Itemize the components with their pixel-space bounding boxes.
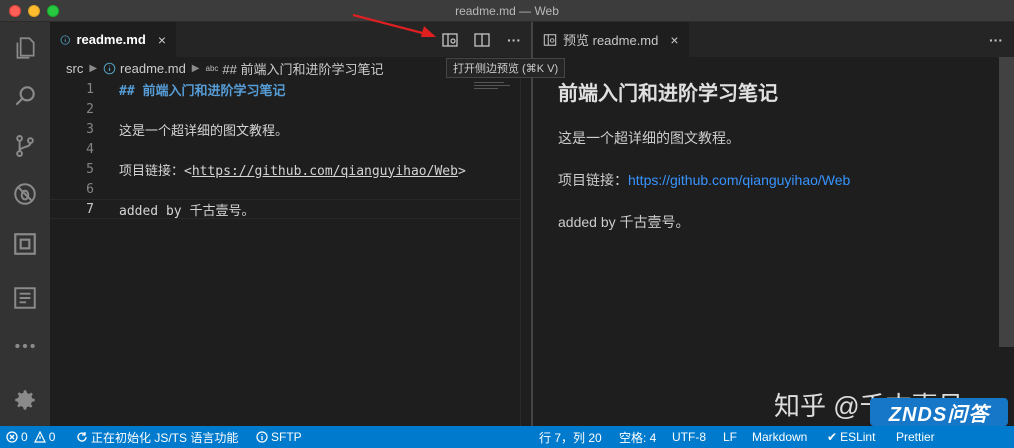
- line-text: added by 千古壹号。: [119, 203, 255, 219]
- more-actions-button[interactable]: ···: [980, 22, 1012, 57]
- problems-status[interactable]: 0 0: [6, 426, 55, 448]
- status-bar: 0 0 正在初始化 JS/TS 语言功能 SFTP 行 7，列 20 空格: 4…: [0, 426, 1014, 448]
- tab-preview-readme[interactable]: 预览 readme.md ×: [533, 22, 689, 57]
- debug-icon[interactable]: [0, 170, 50, 218]
- split-editor-button[interactable]: [466, 22, 498, 57]
- chevron-right-icon: ▶: [191, 62, 200, 74]
- line-text: 这是一个超详细的图文教程。: [119, 123, 289, 139]
- breadcrumb-folder[interactable]: src: [66, 61, 83, 76]
- preview-paragraph: 这是一个超详细的图文教程。: [558, 130, 740, 146]
- encoding-status[interactable]: UTF-8: [672, 426, 706, 448]
- remote-explorer-icon[interactable]: [0, 274, 50, 322]
- split-editor-icon: [474, 32, 490, 47]
- annotation-arrow-icon: [352, 13, 436, 38]
- preview-paragraph: 项目链接：https://github.com/qianguyihao/Web: [558, 172, 851, 188]
- line-number: 1: [86, 81, 94, 97]
- code-line[interactable]: 5 项目链接：<https://github.com/qianguyihao/W…: [50, 159, 520, 179]
- tab-readme[interactable]: readme.md ×: [50, 22, 176, 57]
- more-views-icon[interactable]: [0, 322, 50, 370]
- code-line[interactable]: 6: [50, 179, 520, 199]
- prettier-status[interactable]: Prettier: [896, 426, 935, 448]
- indentation-status[interactable]: 空格: 4: [619, 426, 656, 448]
- check-icon: ✔: [827, 430, 838, 444]
- source-control-icon[interactable]: [0, 122, 50, 170]
- more-actions-button[interactable]: ···: [498, 22, 530, 57]
- gear-icon[interactable]: [0, 376, 50, 424]
- activity-bar: [0, 22, 50, 426]
- editor-group-left: readme.md × ··· src ▶ readme.md ▶ abc ##…: [50, 22, 531, 426]
- line-text: 项目链接：<https://github.com/qianguyihao/Web…: [119, 163, 466, 179]
- info-icon: [60, 34, 70, 45]
- tab-label: 预览 readme.md: [563, 33, 659, 48]
- symbol-string-icon: abc: [205, 63, 219, 73]
- breadcrumb-file[interactable]: readme.md: [120, 61, 186, 76]
- line-text: ## 前端入门和进阶学习笔记: [119, 83, 286, 99]
- line-number: 3: [86, 121, 94, 137]
- line-number: 5: [86, 161, 94, 177]
- code-editor[interactable]: 1 ## 前端入门和进阶学习笔记 2 3 这是一个超详细的图文教程。 4 5 项…: [50, 79, 520, 219]
- code-line-current[interactable]: 7 added by 千古壹号。: [50, 199, 520, 219]
- chevron-right-icon: ▶: [89, 62, 98, 74]
- info-icon: [103, 62, 116, 74]
- close-tab-icon[interactable]: ×: [158, 32, 166, 48]
- code-line[interactable]: 4: [50, 139, 520, 159]
- tooltip: 打开侧边预览 (⌘K V): [446, 58, 566, 78]
- info-circle-icon: [256, 431, 268, 443]
- sftp-status[interactable]: SFTP: [256, 426, 302, 448]
- minimap[interactable]: [474, 82, 514, 90]
- tab-label: readme.md: [76, 32, 146, 47]
- cursor-position[interactable]: 行 7，列 20: [539, 426, 602, 448]
- editor-group-right: 预览 readme.md × ··· 前端入门和进阶学习笔记 这是一个超详细的图…: [533, 22, 1014, 426]
- close-tab-icon[interactable]: ×: [670, 32, 678, 48]
- code-line[interactable]: 3 这是一个超详细的图文教程。: [50, 119, 520, 139]
- ts-status[interactable]: 正在初始化 JS/TS 语言功能: [76, 426, 238, 448]
- extensions-icon[interactable]: [0, 220, 50, 268]
- breadcrumb-symbol[interactable]: ## 前端入门和进阶学习笔记: [222, 59, 383, 78]
- search-icon[interactable]: [0, 72, 50, 120]
- markdown-preview: 前端入门和进阶学习笔记 这是一个超详细的图文教程。 项目链接：https://g…: [558, 77, 998, 254]
- code-link[interactable]: https://github.com/qianguyihao/Web: [192, 164, 458, 179]
- preview-icon: [543, 33, 557, 46]
- editor-scrollbar[interactable]: [520, 79, 530, 426]
- eslint-status[interactable]: ✔ ESLint: [827, 426, 875, 448]
- preview-paragraph: added by 千古壹号。: [558, 214, 690, 230]
- preview-scrollbar[interactable]: [999, 57, 1014, 347]
- line-number: 4: [86, 141, 94, 157]
- line-number: 7: [86, 201, 94, 217]
- language-mode[interactable]: Markdown: [752, 426, 807, 448]
- tab-bar: 预览 readme.md × ···: [533, 22, 1014, 57]
- sync-icon: [77, 432, 87, 442]
- preview-heading: 前端入门和进阶学习笔记: [558, 83, 778, 105]
- error-icon: [6, 431, 18, 443]
- line-number: 2: [86, 101, 94, 117]
- code-line[interactable]: 1 ## 前端入门和进阶学习笔记: [50, 79, 520, 99]
- tab-bar: readme.md × ···: [50, 22, 531, 57]
- preview-link[interactable]: https://github.com/qianguyihao/Web: [628, 172, 850, 188]
- watermark-znds: ZNDS问答: [870, 398, 1008, 426]
- window-title: readme.md — Web: [455, 4, 559, 18]
- code-line[interactable]: 2: [50, 99, 520, 119]
- line-number: 6: [86, 181, 94, 197]
- warning-icon: [33, 431, 46, 443]
- explorer-icon[interactable]: [0, 24, 50, 72]
- eol-status[interactable]: LF: [723, 426, 737, 448]
- title-bar: readme.md — Web: [0, 0, 1014, 22]
